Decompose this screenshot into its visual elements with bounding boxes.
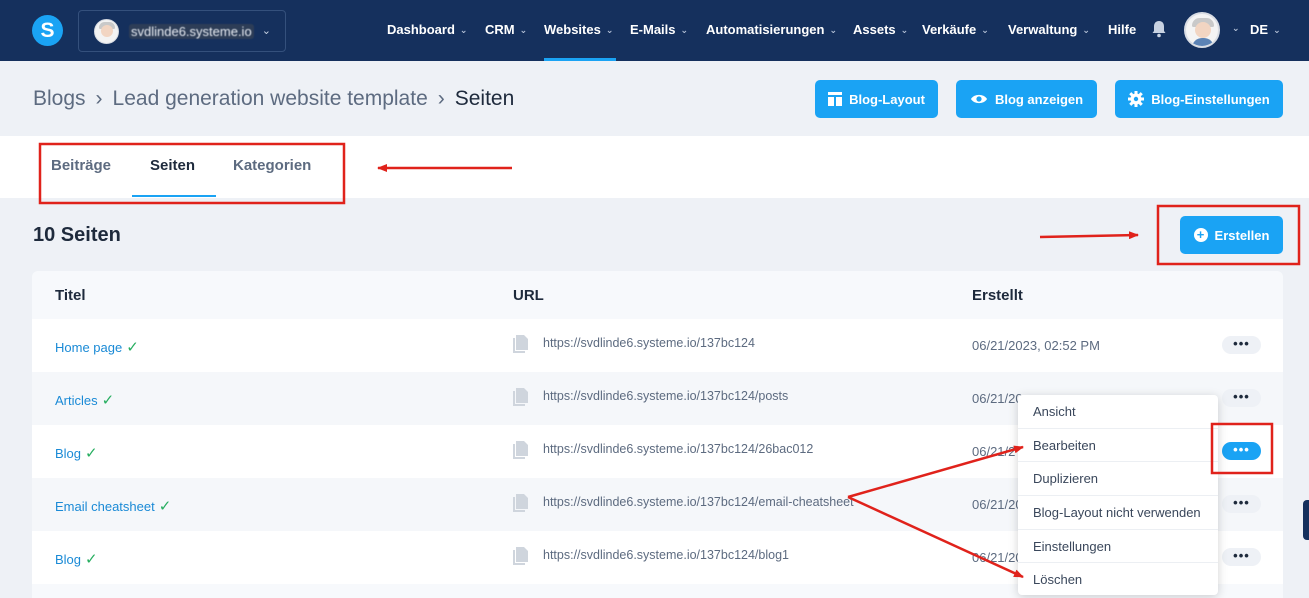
created-date: 06/21/2023, 02:52 PM	[972, 338, 1100, 353]
nav-item-dashboard[interactable]: Dashboard ⌄	[387, 22, 467, 37]
page-title-link[interactable]: Home page ✓	[55, 338, 139, 356]
side-feedback-tab[interactable]	[1303, 500, 1309, 540]
chevron-down-icon: ⌄	[459, 25, 468, 35]
table-row: Home page ✓ https://svdlinde6.systeme.io/…	[32, 319, 1283, 372]
chevron-down-icon: ⌄	[261, 25, 271, 37]
tab-kategorien[interactable]: Kategorien	[233, 157, 311, 174]
page-count-title: 10 Seiten	[33, 224, 121, 246]
nav-item-websites[interactable]: Websites ⌄	[544, 22, 613, 37]
copy-document-icon[interactable]	[513, 547, 528, 565]
chevron-down-icon: ⌄	[900, 25, 909, 35]
table-header: Titel URL Erstellt	[32, 271, 1283, 319]
breadcrumb-blog-name[interactable]: Lead generation website template	[113, 87, 428, 110]
check-icon: ✓	[85, 551, 98, 568]
language-switcher[interactable]: DE ⌄	[1250, 22, 1281, 37]
nav-active-indicator	[544, 58, 616, 61]
menu-item-bearbeiten[interactable]: Bearbeiten	[1018, 428, 1218, 461]
check-icon: ✓	[126, 339, 139, 356]
column-header-created: Erstellt	[972, 287, 1023, 304]
row-actions-button[interactable]: •••	[1222, 389, 1261, 407]
nav-item-verwaltung[interactable]: Verwaltung ⌄	[1008, 22, 1090, 37]
row-actions-button[interactable]: •••	[1222, 548, 1261, 566]
plus-circle-icon: +	[1193, 228, 1208, 242]
blog-layout-button[interactable]: Blog-Layout	[815, 80, 938, 118]
breadcrumb-blogs[interactable]: Blogs	[33, 87, 86, 110]
nav-item-hilfe[interactable]: Hilfe	[1108, 22, 1136, 37]
check-icon: ✓	[85, 445, 98, 462]
chevron-down-icon: ⌄	[829, 25, 838, 35]
gear-icon	[1128, 91, 1145, 107]
page-url: https://svdlinde6.systeme.io/137bc124/po…	[543, 389, 789, 403]
page-url: https://svdlinde6.systeme.io/137bc124/26…	[543, 442, 814, 456]
created-date: 06/21/20	[972, 550, 1023, 565]
row-actions-button[interactable]: •••	[1222, 495, 1261, 513]
page-url: https://svdlinde6.systeme.io/137bc124/bl…	[543, 548, 789, 562]
check-icon: ✓	[158, 498, 172, 515]
created-date: 06/21/2	[972, 444, 1016, 459]
tab-active-underline	[132, 195, 216, 197]
view-blog-button[interactable]: Blog anzeigen	[956, 80, 1097, 118]
breadcrumb-current: Seiten	[454, 87, 515, 110]
menu-item-einstellungen[interactable]: Einstellungen	[1018, 529, 1218, 562]
chevron-down-icon: ⌄	[519, 25, 528, 35]
copy-document-icon[interactable]	[513, 494, 528, 512]
nav-item-emails[interactable]: E-Mails ⌄	[630, 22, 688, 37]
user-avatar[interactable]	[1184, 12, 1220, 48]
notification-bell-icon[interactable]	[1151, 20, 1167, 38]
page-title-link[interactable]: Email cheatsheet ✓	[55, 497, 171, 515]
chevron-down-icon: ⌄	[680, 25, 689, 35]
nav-item-assets[interactable]: Assets ⌄	[853, 22, 908, 37]
row-actions-menu: Ansicht Bearbeiten Duplizieren Blog-Layo…	[1018, 395, 1218, 595]
tab-seiten[interactable]: Seiten	[150, 157, 195, 174]
menu-item-blog-layout-nicht-verwenden[interactable]: Blog-Layout nicht verwenden	[1018, 495, 1218, 528]
layout-icon	[828, 92, 843, 106]
tab-beitraege[interactable]: Beiträge	[51, 157, 111, 174]
tabs-bar: Beiträge Seiten Kategorien	[0, 136, 1309, 198]
annotation-arrow-create	[1039, 231, 1139, 240]
copy-document-icon[interactable]	[513, 441, 528, 459]
breadcrumb: Blogs › Lead generation website template › S…	[33, 87, 514, 111]
systeme-logo-icon[interactable]: S	[32, 15, 63, 46]
row-actions-button-active[interactable]: •••	[1222, 442, 1261, 460]
account-avatar	[94, 19, 119, 44]
create-button[interactable]: + Erstellen	[1180, 216, 1283, 254]
chevron-down-icon: ⌄	[1082, 25, 1090, 35]
page-title-link[interactable]: Blog ✓	[55, 444, 98, 462]
created-date: 06/21/20	[972, 391, 1023, 406]
created-date: 06/21/20	[972, 497, 1023, 512]
menu-item-loeschen[interactable]: Löschen	[1018, 562, 1218, 595]
page-title-link[interactable]: Blog ✓	[55, 550, 98, 568]
menu-item-ansicht[interactable]: Ansicht	[1018, 395, 1218, 428]
check-icon: ✓	[101, 392, 115, 409]
copy-document-icon[interactable]	[513, 388, 528, 406]
page-title-link[interactable]: Articles ✓	[55, 391, 114, 409]
menu-item-duplizieren[interactable]: Duplizieren	[1018, 461, 1218, 494]
chevron-down-icon: ⌄	[1273, 25, 1281, 35]
nav-item-crm[interactable]: CRM ⌄	[485, 22, 527, 37]
account-name: svdlinde6.systeme.io	[129, 24, 254, 39]
page-url: https://svdlinde6.systeme.io/137bc124	[543, 336, 755, 350]
blog-settings-button[interactable]: Blog-Einstellungen	[1115, 80, 1283, 118]
column-header-url: URL	[513, 287, 544, 304]
account-switcher[interactable]: svdlinde6.systeme.io ⌄	[78, 10, 286, 52]
eye-icon	[970, 94, 987, 104]
copy-document-icon[interactable]	[513, 335, 528, 353]
chevron-right-icon: ›	[95, 87, 103, 110]
user-menu-chevron-icon[interactable]: ⌄	[1227, 20, 1240, 35]
nav-item-verkaufe[interactable]: Verkäufe ⌄	[922, 22, 989, 37]
chevron-down-icon: ⌄	[605, 25, 614, 35]
page-url: https://svdlinde6.systeme.io/137bc124/em…	[543, 495, 854, 509]
row-actions-button[interactable]: •••	[1222, 336, 1261, 354]
column-header-title: Titel	[55, 287, 86, 304]
nav-item-automatisierungen[interactable]: Automatisierungen ⌄	[706, 22, 837, 37]
top-navigation-bar: S svdlinde6.systeme.io ⌄ Dashboard ⌄ CRM ⌄…	[0, 0, 1309, 61]
chevron-down-icon: ⌄	[981, 25, 989, 35]
chevron-right-icon: ›	[437, 87, 445, 110]
